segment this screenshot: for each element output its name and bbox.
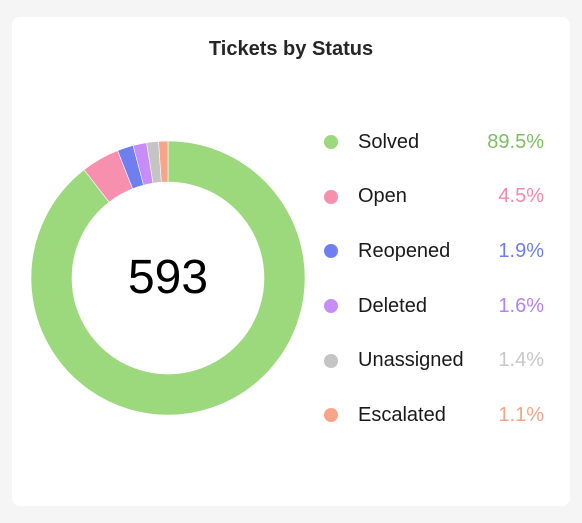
legend-percent: 89.5% xyxy=(487,130,544,153)
legend-percent: 1.9% xyxy=(498,239,544,262)
total-count: 593 xyxy=(127,251,209,304)
legend-percent: 4.5% xyxy=(498,185,544,208)
tickets-by-status-card: Tickets by Status 593 Solved 89.5% Open … xyxy=(12,17,570,506)
legend-item-reopened[interactable]: Reopened 1.9% xyxy=(318,224,548,279)
legend-dot-icon xyxy=(324,299,338,314)
legend-item-deleted[interactable]: Deleted 1.6% xyxy=(318,279,548,334)
legend-item-open[interactable]: Open 4.5% xyxy=(318,170,548,225)
legend-dot-icon xyxy=(324,135,338,150)
legend-item-escalated[interactable]: Escalated 1.1% xyxy=(318,388,548,443)
legend-item-unassigned[interactable]: Unassigned 1.4% xyxy=(318,333,548,388)
legend-dot-icon xyxy=(324,408,338,423)
legend-percent: 1.4% xyxy=(498,349,544,372)
legend-dot-icon xyxy=(324,244,338,259)
legend-percent: 1.6% xyxy=(498,294,544,317)
legend-dot-icon xyxy=(324,189,338,204)
legend-item-solved[interactable]: Solved 89.5% xyxy=(318,115,548,170)
legend-dot-icon xyxy=(324,353,338,368)
legend: Solved 89.5% Open 4.5% Reopened 1.9% Del… xyxy=(318,115,548,443)
legend-percent: 1.1% xyxy=(498,403,544,426)
